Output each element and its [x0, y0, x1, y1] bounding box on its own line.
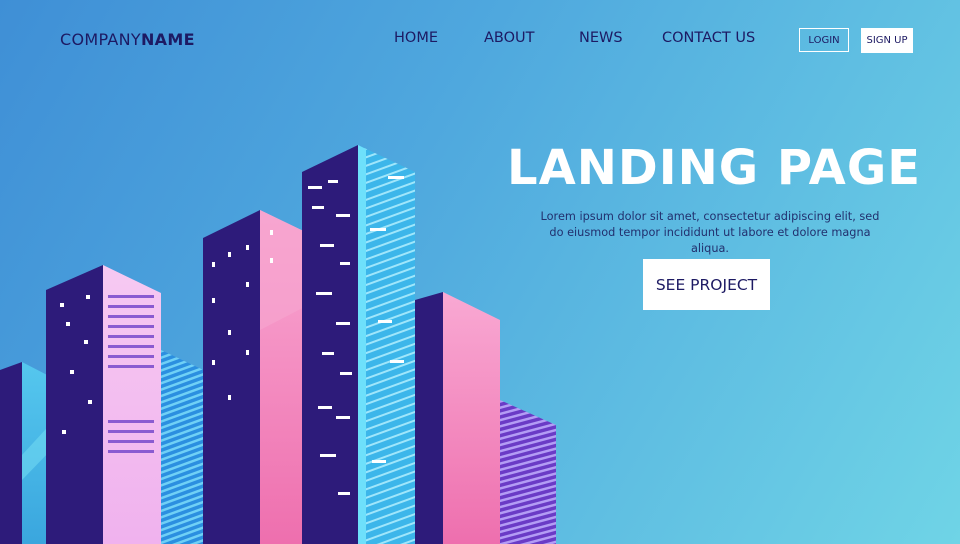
nav-news[interactable]: NEWS	[579, 30, 623, 46]
hero-description: Lorem ipsum dolor sit amet, consectetur …	[540, 210, 880, 255]
nav-home[interactable]: HOME	[394, 30, 438, 46]
nav-about[interactable]: ABOUT	[484, 30, 535, 46]
building-tallest	[302, 145, 415, 544]
see-project-button[interactable]: SEE PROJECT	[643, 259, 770, 310]
city-illustration	[0, 145, 556, 544]
signup-button[interactable]: SIGN UP	[861, 28, 913, 53]
hero-title: LANDING PAGE	[507, 140, 921, 196]
logo-regular: COMPANY	[60, 30, 141, 49]
login-button[interactable]: LOGIN	[799, 28, 849, 52]
logo[interactable]: COMPANYNAME	[60, 30, 195, 49]
building-pink-right	[415, 292, 500, 544]
building-pink-purple	[203, 210, 318, 544]
building-light-pink	[46, 265, 161, 544]
logo-bold: NAME	[140, 30, 195, 49]
building-purple-striped	[500, 400, 556, 544]
nav-contact-us[interactable]: CONTACT US	[662, 30, 755, 46]
